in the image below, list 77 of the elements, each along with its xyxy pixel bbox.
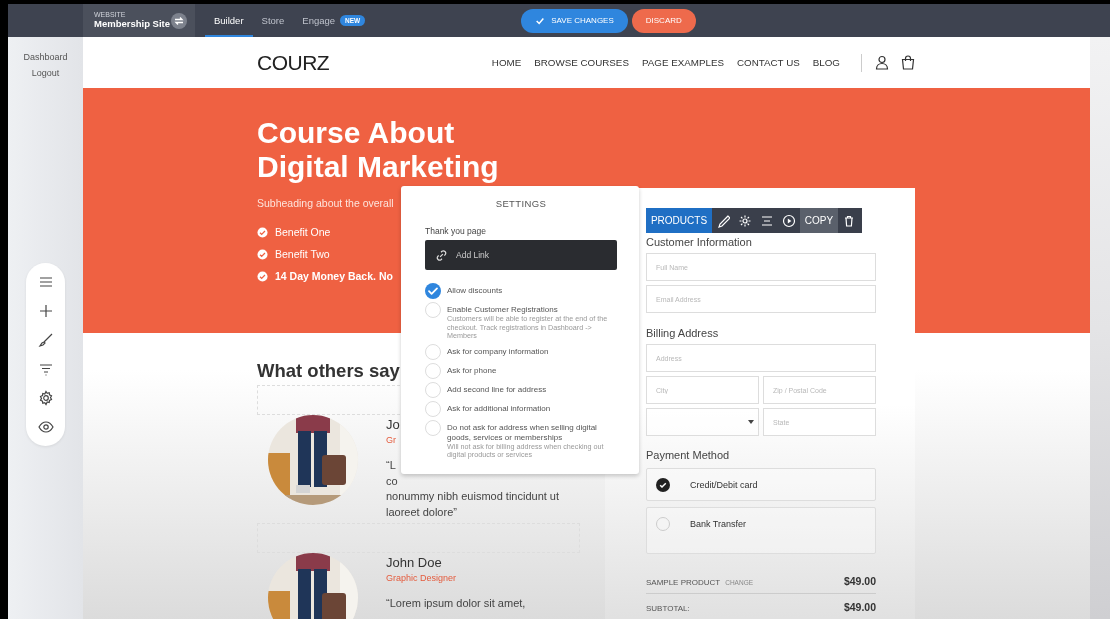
radio-button[interactable] <box>656 517 670 531</box>
align-icon[interactable] <box>760 213 774 228</box>
summary-amount: $49.00 <box>843 575 876 587</box>
trash-icon[interactable] <box>842 213 856 228</box>
nav-link[interactable]: BROWSE COURSES <box>534 57 629 68</box>
shopping-bag-icon[interactable] <box>901 55 915 70</box>
benefit-text: Benefit One <box>275 226 331 238</box>
person-name: Jo <box>386 417 400 432</box>
option-label: Do not ask for address when selling digital goods, services or memberships <box>447 422 598 443</box>
section-heading: What others say <box>257 360 400 382</box>
gear-icon[interactable] <box>738 213 752 228</box>
option-label: Ask for additional information <box>447 403 551 414</box>
nav-tab[interactable]: Store <box>252 4 294 37</box>
filter-icon[interactable] <box>37 361 54 377</box>
brush-icon[interactable] <box>37 332 54 348</box>
benefit-text: 14 Day Money Back. No <box>275 270 393 282</box>
form-heading: Payment Method <box>646 449 731 462</box>
sidebar-link[interactable]: Dashboard <box>23 49 68 65</box>
summary-label: SUBTOTAL: <box>646 604 690 613</box>
summary-label: SAMPLE PRODUCT <box>646 578 721 587</box>
user-icon[interactable] <box>875 55 889 70</box>
person-role: Gr <box>386 435 396 445</box>
hero-title: Digital Marketing <box>257 150 499 184</box>
products-button[interactable]: PRODUCTS <box>646 208 712 233</box>
select-field[interactable] <box>646 408 759 436</box>
hero-subheading: Subheading about the overall <box>257 197 394 209</box>
save-button[interactable]: SAVE CHANGES <box>521 8 628 33</box>
check-icon <box>535 15 546 26</box>
benefit-text: Benefit Two <box>275 248 330 260</box>
nav-link[interactable]: CONTACT US <box>737 57 800 68</box>
plus-icon[interactable] <box>37 303 54 319</box>
checkbox[interactable] <box>425 362 441 379</box>
option-label: Ask for phone <box>447 365 497 376</box>
radio-button[interactable] <box>656 478 670 492</box>
option-label: Allow discounts <box>447 286 503 296</box>
nav-link[interactable]: BLOG <box>812 57 840 68</box>
eye-icon[interactable] <box>37 419 54 435</box>
option-label: Enable Customer Registrations <box>447 305 559 315</box>
play-icon[interactable] <box>782 213 796 228</box>
option-label: Add second line for address <box>447 384 547 395</box>
add-link-button[interactable]: Add Link <box>425 240 617 270</box>
form-heading: Billing Address <box>646 327 720 340</box>
popover-title: SETTINGS <box>494 198 548 209</box>
checkbox[interactable] <box>425 381 441 398</box>
check-circle-icon <box>257 226 268 238</box>
nav-link[interactable]: HOME <box>491 57 522 68</box>
person-role: Graphic Designer <box>386 573 457 583</box>
sidebar-link[interactable]: Logout <box>31 65 60 81</box>
checkbox[interactable] <box>425 302 441 318</box>
option-label: Ask for company information <box>447 346 549 357</box>
checkbox[interactable] <box>425 400 441 417</box>
caret-icon <box>748 420 754 424</box>
payment-option[interactable]: Credit/Debit card <box>646 468 876 501</box>
nav-link[interactable]: PAGE EXAMPLES <box>641 57 724 68</box>
checkbox[interactable] <box>425 343 441 360</box>
pencil-icon[interactable] <box>716 213 730 228</box>
summary-amount: $49.00 <box>843 601 876 613</box>
site-logo: COURZ <box>257 50 330 75</box>
settings-icon[interactable] <box>37 390 54 406</box>
payment-option[interactable]: Bank Transfer <box>646 507 876 554</box>
checkbox[interactable] <box>425 419 441 436</box>
site-name: Membership Site <box>94 19 171 30</box>
field-label: Thank you page <box>425 226 487 236</box>
swap-icon[interactable] <box>171 12 187 29</box>
checkbox[interactable] <box>425 283 441 299</box>
hero-title: Course About <box>257 116 455 150</box>
check-circle-icon <box>257 248 268 260</box>
check-circle-icon <box>257 270 268 282</box>
link-icon <box>435 248 448 262</box>
person-name: John Doe <box>386 555 442 570</box>
form-heading: Customer Information <box>646 236 753 249</box>
option-label: Credit/Debit card <box>690 479 758 492</box>
option-label: Bank Transfer <box>690 518 747 531</box>
testimonial-quote: “L co nonummy nibh euismod tincidunt ut laoreet dolore” <box>386 459 561 520</box>
menu-icon[interactable] <box>37 274 54 290</box>
testimonial-quote: “Lorem ipsum dolor sit amet, <box>386 596 527 611</box>
copy-button[interactable]: COPY <box>800 208 838 233</box>
